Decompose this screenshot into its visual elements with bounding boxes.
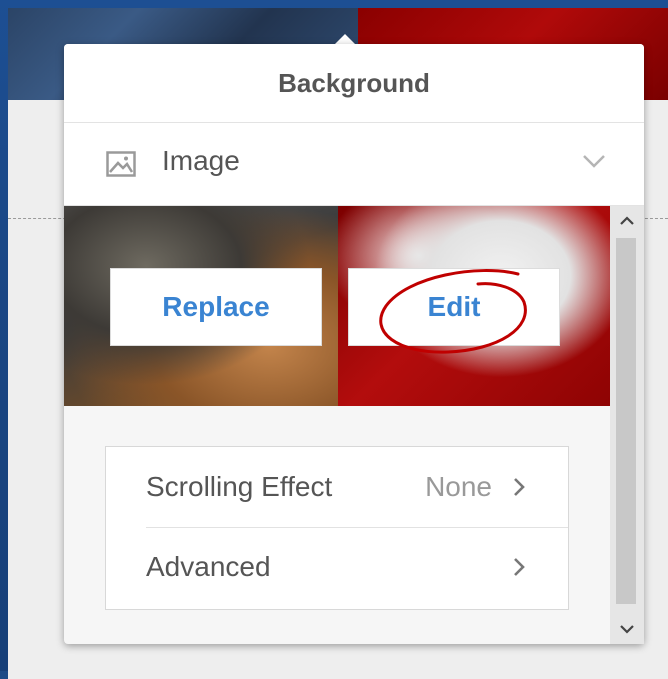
scrollbar-thumb[interactable] — [616, 238, 636, 604]
chevron-right-icon — [514, 478, 525, 496]
background-settings-list: Scrolling Effect None Advanced — [105, 446, 569, 610]
advanced-row[interactable]: Advanced — [106, 527, 568, 607]
image-icon — [106, 151, 136, 177]
arrow-up-icon[interactable] — [610, 206, 644, 236]
replace-button[interactable]: Replace — [110, 268, 322, 346]
scrolling-effect-row[interactable]: Scrolling Effect None — [106, 447, 568, 527]
popover-header: Background — [64, 44, 644, 123]
popover-scrollbar[interactable] — [610, 206, 644, 644]
chevron-down-icon — [583, 155, 605, 168]
scrolling-effect-value: None — [425, 471, 492, 502]
chevron-right-icon — [514, 558, 525, 576]
popover-title: Background — [278, 67, 430, 98]
background-image-preview: Replace Edit — [64, 206, 610, 406]
scrolling-effect-label: Scrolling Effect — [146, 471, 333, 502]
background-type-dropdown[interactable]: Image — [64, 123, 644, 206]
arrow-down-icon[interactable] — [610, 614, 644, 644]
advanced-label: Advanced — [146, 551, 271, 582]
background-type-label: Image — [162, 145, 240, 176]
background-settings-popover: Background Image Replace Edit Scrolling … — [64, 44, 644, 644]
edit-button[interactable]: Edit — [348, 268, 560, 346]
